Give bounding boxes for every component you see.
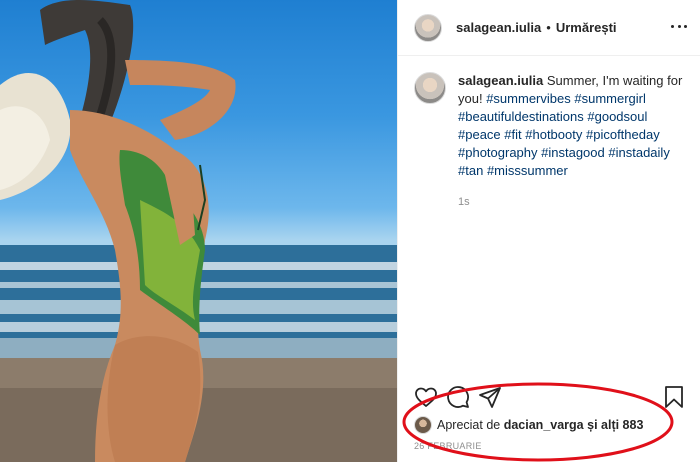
- caption-avatar[interactable]: [414, 72, 446, 104]
- hashtag[interactable]: #tan: [458, 163, 483, 178]
- author-avatar[interactable]: [414, 13, 442, 42]
- hashtag[interactable]: #summervibes: [486, 91, 571, 106]
- hashtag[interactable]: #hotbooty: [525, 127, 582, 142]
- hashtag[interactable]: #instagood: [541, 145, 605, 160]
- red-highlight-circle: [402, 382, 674, 462]
- hashtag[interactable]: #goodsoul: [587, 109, 647, 124]
- hashtag[interactable]: #instadaily: [608, 145, 669, 160]
- hashtag[interactable]: #peace: [458, 127, 501, 142]
- hashtag[interactable]: #misssummer: [487, 163, 568, 178]
- hashtag[interactable]: #fit: [504, 127, 521, 142]
- hashtag[interactable]: #picoftheday: [586, 127, 660, 142]
- header-separator: •: [546, 20, 551, 35]
- following-button[interactable]: Urmărești: [556, 20, 617, 35]
- more-icon[interactable]: [671, 18, 687, 34]
- post-timestamp[interactable]: 1s: [458, 196, 686, 208]
- post-caption: salagean.iulia Summer, I'm waiting for y…: [414, 72, 686, 208]
- post-photo[interactable]: [0, 0, 397, 462]
- hashtag[interactable]: #beautifuldestinations: [458, 109, 584, 124]
- hashtag[interactable]: #summergirl: [574, 91, 646, 106]
- caption-body: salagean.iulia Summer, I'm waiting for y…: [458, 72, 686, 208]
- beach-photo-illustration: [0, 0, 397, 462]
- caption-username[interactable]: salagean.iulia: [458, 73, 543, 88]
- author-username[interactable]: salagean.iulia: [456, 20, 541, 35]
- post-header: salagean.iulia • Urmărești: [398, 0, 700, 56]
- caption-text: salagean.iulia Summer, I'm waiting for y…: [458, 72, 686, 180]
- hashtag[interactable]: #photography: [458, 145, 538, 160]
